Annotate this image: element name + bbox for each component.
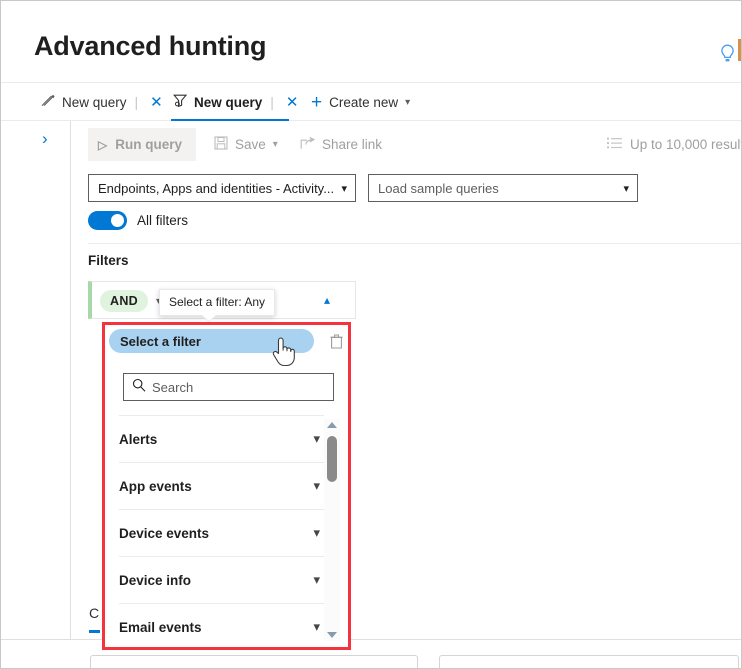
filter-category-label: Alerts bbox=[119, 431, 158, 447]
list-item[interactable]: Alerts ▾ bbox=[119, 415, 324, 462]
save-button[interactable]: Save ▾ bbox=[214, 128, 278, 161]
scope-select-value: Endpoints, Apps and identities - Activit… bbox=[98, 180, 335, 196]
save-label: Save bbox=[235, 137, 266, 152]
bottom-panel-peek-left bbox=[90, 655, 418, 668]
lightbulb-icon[interactable] bbox=[715, 41, 739, 65]
filter-search-box[interactable]: Search bbox=[123, 373, 334, 401]
sample-queries-placeholder: Load sample queries bbox=[378, 180, 499, 196]
trash-icon[interactable] bbox=[327, 331, 345, 351]
chevron-right-icon[interactable]: › bbox=[42, 130, 48, 147]
run-query-label: Run query bbox=[115, 137, 182, 152]
filter-category-label: Device events bbox=[119, 525, 210, 541]
filter-category-label: Email events bbox=[119, 619, 202, 635]
tab-new-query-1[interactable]: New query | ✕ bbox=[39, 83, 169, 121]
tab-divider: | bbox=[270, 94, 274, 110]
left-rail: › bbox=[1, 121, 71, 668]
behind-partial-label: C bbox=[89, 605, 100, 621]
scroll-up-arrow-icon[interactable] bbox=[327, 422, 337, 428]
funnel-filter-icon bbox=[173, 94, 188, 110]
share-link-label: Share link bbox=[322, 137, 383, 152]
filter-picker-panel: Select a filter Search Alerts ▾ App even… bbox=[105, 325, 348, 647]
share-link-button[interactable]: Share link bbox=[300, 128, 382, 161]
chevron-down-icon[interactable]: ▾ bbox=[313, 572, 320, 588]
filter-category-list: Alerts ▾ App events ▾ Device events ▾ De… bbox=[119, 415, 324, 647]
scope-select[interactable]: Endpoints, Apps and identities - Activit… bbox=[88, 174, 356, 202]
page-title: Advanced hunting bbox=[34, 31, 267, 61]
behind-partial-accent bbox=[89, 630, 100, 633]
chevron-down-icon: ▾ bbox=[341, 182, 347, 195]
play-icon: ▷ bbox=[98, 137, 108, 152]
run-query-button[interactable]: ▷ Run query bbox=[88, 128, 196, 161]
chevron-down-icon[interactable]: ▾ bbox=[313, 478, 320, 494]
tab-new-query-2[interactable]: New query | ✕ bbox=[171, 83, 305, 121]
results-limit-button[interactable]: Up to 10,000 result bbox=[607, 128, 742, 161]
tab-label: New query bbox=[62, 94, 127, 110]
search-icon bbox=[132, 378, 146, 397]
close-icon[interactable]: ✕ bbox=[282, 93, 303, 112]
query-tab-bar: New query | ✕ New query | ✕ + Create new… bbox=[1, 83, 741, 122]
chevron-down-icon[interactable]: ▾ bbox=[405, 97, 410, 108]
collapse-group-icon[interactable]: ▴ bbox=[324, 293, 330, 307]
scrollbar-thumb[interactable] bbox=[327, 436, 337, 482]
tab-label: New query bbox=[194, 94, 263, 110]
filter-list-scrollbar[interactable] bbox=[324, 419, 340, 641]
filters-heading: Filters bbox=[88, 253, 129, 268]
select-a-filter-pill[interactable]: Select a filter bbox=[109, 329, 314, 353]
create-new-button[interactable]: + Create new ▾ bbox=[311, 83, 410, 121]
list-item[interactable]: Device info ▾ bbox=[119, 556, 324, 603]
all-filters-label: All filters bbox=[137, 213, 189, 228]
filter-search-placeholder: Search bbox=[152, 379, 194, 395]
list-item[interactable]: Email events ▾ bbox=[119, 603, 324, 647]
chevron-down-icon[interactable]: ▾ bbox=[273, 139, 278, 150]
chevron-down-icon[interactable]: ▾ bbox=[313, 619, 320, 635]
create-new-label: Create new bbox=[329, 94, 399, 110]
plus-icon: + bbox=[311, 91, 323, 113]
filter-operator-badge[interactable]: AND bbox=[100, 290, 148, 312]
save-disk-icon bbox=[214, 136, 228, 153]
bottom-panel-peek-right bbox=[439, 655, 739, 668]
chevron-down-icon: ▾ bbox=[623, 182, 629, 195]
filter-category-label: App events bbox=[119, 478, 192, 494]
tab-divider: | bbox=[134, 94, 139, 110]
filter-tooltip: Select a filter: Any bbox=[159, 289, 276, 316]
page-header: Advanced hunting bbox=[1, 1, 741, 83]
share-icon bbox=[300, 136, 316, 153]
load-sample-queries-select[interactable]: Load sample queries ▾ bbox=[368, 174, 638, 202]
scroll-down-arrow-icon[interactable] bbox=[327, 632, 337, 638]
list-item[interactable]: App events ▾ bbox=[119, 462, 324, 509]
list-icon bbox=[607, 137, 622, 152]
close-icon[interactable]: ✕ bbox=[146, 93, 167, 112]
chevron-down-icon[interactable]: ▾ bbox=[313, 525, 320, 541]
command-bar: ▷ Run query Save ▾ Share link Up to 10,0… bbox=[72, 121, 742, 168]
divider bbox=[88, 243, 741, 244]
filter-category-label: Device info bbox=[119, 572, 192, 588]
all-filters-toggle[interactable] bbox=[88, 211, 127, 230]
query-pencil-icon bbox=[41, 94, 56, 110]
right-edge-accent bbox=[738, 39, 741, 61]
list-item[interactable]: Device events ▾ bbox=[119, 509, 324, 556]
results-limit-label: Up to 10,000 result bbox=[630, 137, 742, 152]
all-filters-toggle-row[interactable]: All filters bbox=[88, 211, 188, 230]
chevron-down-icon[interactable]: ▾ bbox=[313, 431, 320, 447]
advanced-hunting-window: Advanced hunting New query | ✕ New query… bbox=[0, 0, 742, 669]
